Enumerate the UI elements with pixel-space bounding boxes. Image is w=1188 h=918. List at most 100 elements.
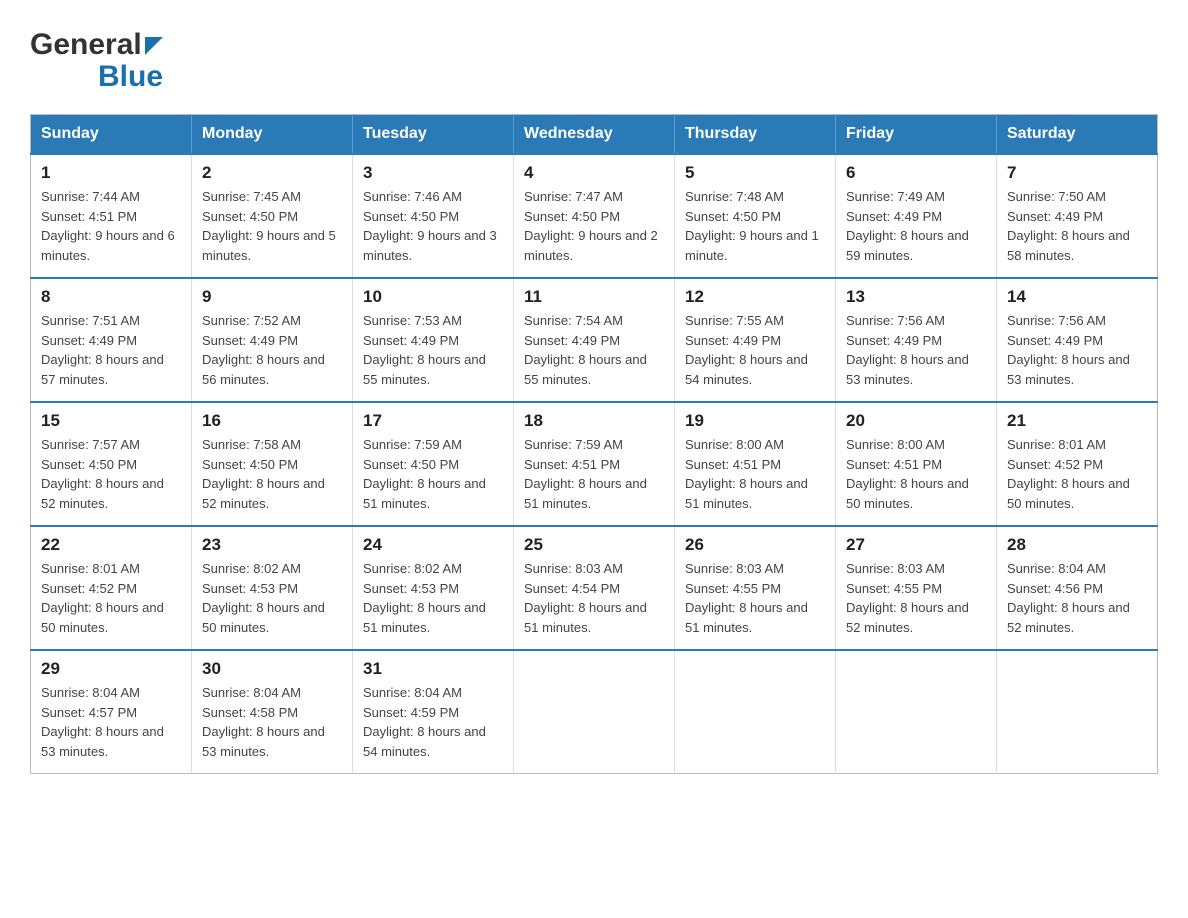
table-row: 31 Sunrise: 8:04 AMSunset: 4:59 PMDaylig… bbox=[353, 650, 514, 774]
day-number: 15 bbox=[41, 411, 181, 431]
day-number: 21 bbox=[1007, 411, 1147, 431]
day-info: Sunrise: 8:04 AMSunset: 4:58 PMDaylight:… bbox=[202, 683, 342, 761]
day-info: Sunrise: 7:48 AMSunset: 4:50 PMDaylight:… bbox=[685, 187, 825, 265]
header-sunday: Sunday bbox=[31, 115, 192, 155]
table-row: 14 Sunrise: 7:56 AMSunset: 4:49 PMDaylig… bbox=[997, 278, 1158, 402]
table-row: 15 Sunrise: 7:57 AMSunset: 4:50 PMDaylig… bbox=[31, 402, 192, 526]
day-number: 3 bbox=[363, 163, 503, 183]
day-number: 9 bbox=[202, 287, 342, 307]
table-row: 27 Sunrise: 8:03 AMSunset: 4:55 PMDaylig… bbox=[836, 526, 997, 650]
day-number: 2 bbox=[202, 163, 342, 183]
calendar-week-row: 29 Sunrise: 8:04 AMSunset: 4:57 PMDaylig… bbox=[31, 650, 1158, 774]
table-row: 28 Sunrise: 8:04 AMSunset: 4:56 PMDaylig… bbox=[997, 526, 1158, 650]
table-row: 25 Sunrise: 8:03 AMSunset: 4:54 PMDaylig… bbox=[514, 526, 675, 650]
day-info: Sunrise: 8:04 AMSunset: 4:59 PMDaylight:… bbox=[363, 683, 503, 761]
table-row: 24 Sunrise: 8:02 AMSunset: 4:53 PMDaylig… bbox=[353, 526, 514, 650]
table-row: 16 Sunrise: 7:58 AMSunset: 4:50 PMDaylig… bbox=[192, 402, 353, 526]
day-number: 30 bbox=[202, 659, 342, 679]
day-number: 20 bbox=[846, 411, 986, 431]
table-row bbox=[836, 650, 997, 774]
day-number: 28 bbox=[1007, 535, 1147, 555]
header-friday: Friday bbox=[836, 115, 997, 155]
day-number: 8 bbox=[41, 287, 181, 307]
day-info: Sunrise: 8:00 AMSunset: 4:51 PMDaylight:… bbox=[846, 435, 986, 513]
calendar-header-row: Sunday Monday Tuesday Wednesday Thursday… bbox=[31, 115, 1158, 155]
table-row: 9 Sunrise: 7:52 AMSunset: 4:49 PMDayligh… bbox=[192, 278, 353, 402]
table-row: 23 Sunrise: 8:02 AMSunset: 4:53 PMDaylig… bbox=[192, 526, 353, 650]
day-number: 26 bbox=[685, 535, 825, 555]
table-row: 2 Sunrise: 7:45 AMSunset: 4:50 PMDayligh… bbox=[192, 154, 353, 278]
day-number: 12 bbox=[685, 287, 825, 307]
day-number: 18 bbox=[524, 411, 664, 431]
day-info: Sunrise: 7:56 AMSunset: 4:49 PMDaylight:… bbox=[846, 311, 986, 389]
day-number: 24 bbox=[363, 535, 503, 555]
table-row: 7 Sunrise: 7:50 AMSunset: 4:49 PMDayligh… bbox=[997, 154, 1158, 278]
day-info: Sunrise: 8:04 AMSunset: 4:57 PMDaylight:… bbox=[41, 683, 181, 761]
day-info: Sunrise: 7:45 AMSunset: 4:50 PMDaylight:… bbox=[202, 187, 342, 265]
day-number: 23 bbox=[202, 535, 342, 555]
day-number: 4 bbox=[524, 163, 664, 183]
day-number: 13 bbox=[846, 287, 986, 307]
calendar-week-row: 22 Sunrise: 8:01 AMSunset: 4:52 PMDaylig… bbox=[31, 526, 1158, 650]
table-row: 18 Sunrise: 7:59 AMSunset: 4:51 PMDaylig… bbox=[514, 402, 675, 526]
day-info: Sunrise: 7:49 AMSunset: 4:49 PMDaylight:… bbox=[846, 187, 986, 265]
day-info: Sunrise: 7:50 AMSunset: 4:49 PMDaylight:… bbox=[1007, 187, 1147, 265]
table-row bbox=[514, 650, 675, 774]
calendar-week-row: 1 Sunrise: 7:44 AMSunset: 4:51 PMDayligh… bbox=[31, 154, 1158, 278]
day-number: 17 bbox=[363, 411, 503, 431]
day-number: 22 bbox=[41, 535, 181, 555]
day-info: Sunrise: 8:02 AMSunset: 4:53 PMDaylight:… bbox=[202, 559, 342, 637]
day-info: Sunrise: 7:52 AMSunset: 4:49 PMDaylight:… bbox=[202, 311, 342, 389]
day-info: Sunrise: 8:04 AMSunset: 4:56 PMDaylight:… bbox=[1007, 559, 1147, 637]
day-number: 29 bbox=[41, 659, 181, 679]
header-saturday: Saturday bbox=[997, 115, 1158, 155]
table-row: 26 Sunrise: 8:03 AMSunset: 4:55 PMDaylig… bbox=[675, 526, 836, 650]
table-row: 20 Sunrise: 8:00 AMSunset: 4:51 PMDaylig… bbox=[836, 402, 997, 526]
day-number: 25 bbox=[524, 535, 664, 555]
day-info: Sunrise: 8:01 AMSunset: 4:52 PMDaylight:… bbox=[41, 559, 181, 637]
table-row: 13 Sunrise: 7:56 AMSunset: 4:49 PMDaylig… bbox=[836, 278, 997, 402]
header-wednesday: Wednesday bbox=[514, 115, 675, 155]
day-info: Sunrise: 8:01 AMSunset: 4:52 PMDaylight:… bbox=[1007, 435, 1147, 513]
table-row: 11 Sunrise: 7:54 AMSunset: 4:49 PMDaylig… bbox=[514, 278, 675, 402]
day-info: Sunrise: 7:53 AMSunset: 4:49 PMDaylight:… bbox=[363, 311, 503, 389]
header-monday: Monday bbox=[192, 115, 353, 155]
day-number: 1 bbox=[41, 163, 181, 183]
day-number: 14 bbox=[1007, 287, 1147, 307]
day-number: 10 bbox=[363, 287, 503, 307]
day-info: Sunrise: 8:00 AMSunset: 4:51 PMDaylight:… bbox=[685, 435, 825, 513]
day-info: Sunrise: 7:44 AMSunset: 4:51 PMDaylight:… bbox=[41, 187, 181, 265]
logo-general-text: General bbox=[30, 30, 142, 60]
table-row bbox=[675, 650, 836, 774]
table-row: 12 Sunrise: 7:55 AMSunset: 4:49 PMDaylig… bbox=[675, 278, 836, 402]
calendar-week-row: 8 Sunrise: 7:51 AMSunset: 4:49 PMDayligh… bbox=[31, 278, 1158, 402]
day-number: 11 bbox=[524, 287, 664, 307]
logo: General Blue bbox=[30, 30, 163, 94]
day-number: 31 bbox=[363, 659, 503, 679]
day-info: Sunrise: 8:03 AMSunset: 4:54 PMDaylight:… bbox=[524, 559, 664, 637]
table-row: 21 Sunrise: 8:01 AMSunset: 4:52 PMDaylig… bbox=[997, 402, 1158, 526]
table-row: 19 Sunrise: 8:00 AMSunset: 4:51 PMDaylig… bbox=[675, 402, 836, 526]
day-info: Sunrise: 7:56 AMSunset: 4:49 PMDaylight:… bbox=[1007, 311, 1147, 389]
table-row: 29 Sunrise: 8:04 AMSunset: 4:57 PMDaylig… bbox=[31, 650, 192, 774]
table-row: 6 Sunrise: 7:49 AMSunset: 4:49 PMDayligh… bbox=[836, 154, 997, 278]
page-header: General Blue bbox=[30, 20, 1158, 94]
day-info: Sunrise: 7:58 AMSunset: 4:50 PMDaylight:… bbox=[202, 435, 342, 513]
day-info: Sunrise: 8:02 AMSunset: 4:53 PMDaylight:… bbox=[363, 559, 503, 637]
calendar-week-row: 15 Sunrise: 7:57 AMSunset: 4:50 PMDaylig… bbox=[31, 402, 1158, 526]
table-row: 5 Sunrise: 7:48 AMSunset: 4:50 PMDayligh… bbox=[675, 154, 836, 278]
table-row bbox=[997, 650, 1158, 774]
day-info: Sunrise: 7:59 AMSunset: 4:50 PMDaylight:… bbox=[363, 435, 503, 513]
day-info: Sunrise: 7:51 AMSunset: 4:49 PMDaylight:… bbox=[41, 311, 181, 389]
day-info: Sunrise: 7:46 AMSunset: 4:50 PMDaylight:… bbox=[363, 187, 503, 265]
table-row: 8 Sunrise: 7:51 AMSunset: 4:49 PMDayligh… bbox=[31, 278, 192, 402]
day-info: Sunrise: 7:47 AMSunset: 4:50 PMDaylight:… bbox=[524, 187, 664, 265]
day-info: Sunrise: 7:59 AMSunset: 4:51 PMDaylight:… bbox=[524, 435, 664, 513]
day-info: Sunrise: 7:57 AMSunset: 4:50 PMDaylight:… bbox=[41, 435, 181, 513]
day-number: 16 bbox=[202, 411, 342, 431]
table-row: 30 Sunrise: 8:04 AMSunset: 4:58 PMDaylig… bbox=[192, 650, 353, 774]
header-tuesday: Tuesday bbox=[353, 115, 514, 155]
day-number: 7 bbox=[1007, 163, 1147, 183]
day-number: 27 bbox=[846, 535, 986, 555]
day-number: 6 bbox=[846, 163, 986, 183]
